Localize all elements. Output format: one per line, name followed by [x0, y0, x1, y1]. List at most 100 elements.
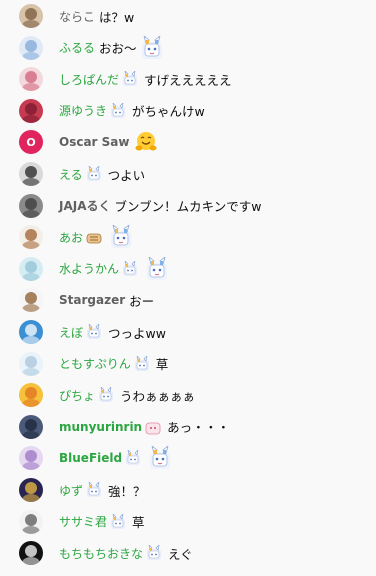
chat-message-line: 水ようかん [59, 253, 169, 285]
author-name[interactable]: ぴちょ [59, 387, 95, 404]
message-text: は？w [99, 9, 135, 25]
pekora-emoji-icon [146, 256, 168, 281]
message-text: ブンブン！ムカキンですw [114, 199, 262, 215]
chat-message-row[interactable]: ササミ君 草 [0, 506, 376, 538]
red-hair-avatar[interactable] [19, 98, 43, 123]
photo-avatar[interactable] [19, 193, 43, 218]
chat-message-line: える つよい [59, 158, 145, 190]
dog-avatar[interactable] [19, 288, 43, 313]
member-badge-icon [110, 513, 126, 530]
chat-message-row[interactable]: ふるる おお～ [0, 32, 376, 64]
chat-message-row[interactable]: ならこ は？w [0, 0, 376, 32]
author-name[interactable]: ふるる [59, 39, 95, 56]
k-logo-avatar[interactable] [19, 541, 43, 566]
chat-message-line: ふるる おお～ [59, 32, 164, 64]
author-name[interactable]: あお [59, 229, 83, 246]
letter-avatar[interactable]: O [19, 130, 43, 155]
member-badge-icon [110, 102, 126, 119]
chat-message-line: BlueField [59, 442, 172, 474]
chat-message-row[interactable]: 水ようかん [0, 253, 376, 285]
pink-character-avatar[interactable] [19, 67, 43, 92]
chat-message-row[interactable]: 源ゆうき がちゃんけw [0, 95, 376, 127]
dark-hair-avatar[interactable] [19, 414, 43, 439]
author-name[interactable]: 源ゆうき [59, 102, 107, 119]
chat-message-line: Stargazer おー [59, 284, 154, 316]
author-name[interactable]: えぼ [59, 324, 83, 341]
message-text: あっ・・・ [167, 420, 230, 436]
chat-message-row[interactable]: O Oscar Saw [0, 126, 376, 158]
author-name[interactable]: もちもちおきな [59, 545, 143, 562]
chat-message-row[interactable]: ともすぷりん 草 [0, 348, 376, 380]
anime-face-avatar[interactable] [19, 4, 43, 28]
avatar-letter: O [26, 135, 36, 149]
white-rabbit-avatar[interactable] [19, 509, 43, 534]
message-text: つよい [107, 167, 146, 183]
chat-message-row[interactable]: Stargazer おー [0, 284, 376, 316]
author-name[interactable]: JAJAるく [59, 197, 111, 214]
bunny-sketch-avatar[interactable] [19, 35, 43, 60]
purple-character-avatar[interactable] [19, 446, 43, 471]
chat-message-line: ともすぷりん 草 [59, 348, 168, 380]
chat-message-line: しろぱんだ すげえええええ [59, 63, 232, 95]
pekora-emoji-icon [110, 225, 132, 249]
author-name[interactable]: える [59, 166, 83, 183]
member-badge-icon [125, 450, 141, 466]
hugging-face-emoji-icon [135, 132, 157, 151]
chat-message-line: ならこ は？w [59, 0, 134, 32]
chat-message-line: もちもちおきな えぐ [59, 537, 193, 569]
chat-message-row[interactable]: JAJAるく ブンブン！ムカキンですw [0, 190, 376, 222]
pink-member-badge-icon [145, 422, 161, 435]
chat-message-row[interactable]: ぴちょ うわぁぁぁぁ [0, 379, 376, 411]
purple-night-avatar[interactable] [19, 478, 43, 502]
author-name[interactable]: ならこ [59, 8, 95, 25]
blue-drop-avatar[interactable] [19, 320, 43, 344]
member-badge-icon [146, 545, 162, 561]
author-name[interactable]: ゆず [59, 482, 83, 499]
chat-message-row[interactable]: munyurinrin あっ・・・ [0, 411, 376, 443]
message-text: うわぁぁぁぁ [120, 388, 196, 404]
chat-message-line: ササミ君 草 [59, 506, 145, 538]
message-text: がちゃんけw [132, 104, 205, 120]
member-badge-icon [86, 482, 102, 498]
white-hair-avatar[interactable] [19, 351, 43, 376]
author-name[interactable]: しろぱんだ [59, 71, 119, 88]
member-badge-icon [98, 387, 114, 403]
author-name[interactable]: munyurinrin [59, 420, 142, 434]
chat-message-row[interactable]: えぼ つっよww [0, 316, 376, 348]
message-text: つっよww [108, 325, 166, 341]
author-name[interactable]: 水ようかん [59, 260, 119, 277]
chat-message-line: えぼ つっよww [59, 316, 166, 348]
author-name[interactable]: Oscar Saw [59, 135, 129, 149]
message-text: 強！？ [108, 483, 146, 499]
message-text: 草 [155, 357, 169, 373]
goggles-avatar[interactable] [19, 225, 43, 250]
message-text: おお～ [99, 41, 137, 57]
sunset-avatar[interactable] [19, 383, 43, 408]
member-badge-icon [86, 166, 102, 182]
gothic-l-avatar[interactable] [19, 162, 43, 186]
chat-message-row[interactable]: しろぱんだ すげえええええ [0, 63, 376, 95]
message-text: すげえええええ [144, 72, 232, 88]
pekora-emoji-icon [149, 446, 171, 470]
chat-message-row[interactable]: BlueField [0, 442, 376, 474]
message-text: おー [129, 293, 155, 309]
member-badge-icon [122, 71, 138, 87]
member-badge-icon [134, 355, 150, 372]
chat-message-line: あお [59, 221, 133, 253]
chat-message-line: 源ゆうき がちゃんけw [59, 95, 205, 127]
author-name[interactable]: ササミ君 [59, 513, 107, 530]
chat-message-row[interactable]: える つよい [0, 158, 376, 190]
chat-message-row[interactable]: ゆず 強！？ [0, 474, 376, 506]
author-name[interactable]: Stargazer [59, 293, 125, 307]
message-text: えぐ [168, 546, 193, 562]
bread-member-badge-icon [86, 233, 102, 244]
chat-message-row[interactable]: あお [0, 221, 376, 253]
chat-message-line: JAJAるく ブンブン！ムカキンですw [59, 190, 262, 222]
author-name[interactable]: BlueField [59, 451, 122, 465]
live-chat-list: ならこ は？w ふるる おお～ しろぱんだ すげえええええ 源ゆうき がちゃんけw O Oscar… [0, 0, 376, 576]
author-name[interactable]: ともすぷりん [59, 355, 131, 372]
chat-message-line: ゆず 強！？ [59, 474, 146, 506]
pale-blue-rabbit-avatar[interactable] [19, 256, 43, 281]
chat-message-row[interactable]: もちもちおきな えぐ [0, 537, 376, 569]
chat-message-line: ぴちょ うわぁぁぁぁ [59, 379, 195, 411]
